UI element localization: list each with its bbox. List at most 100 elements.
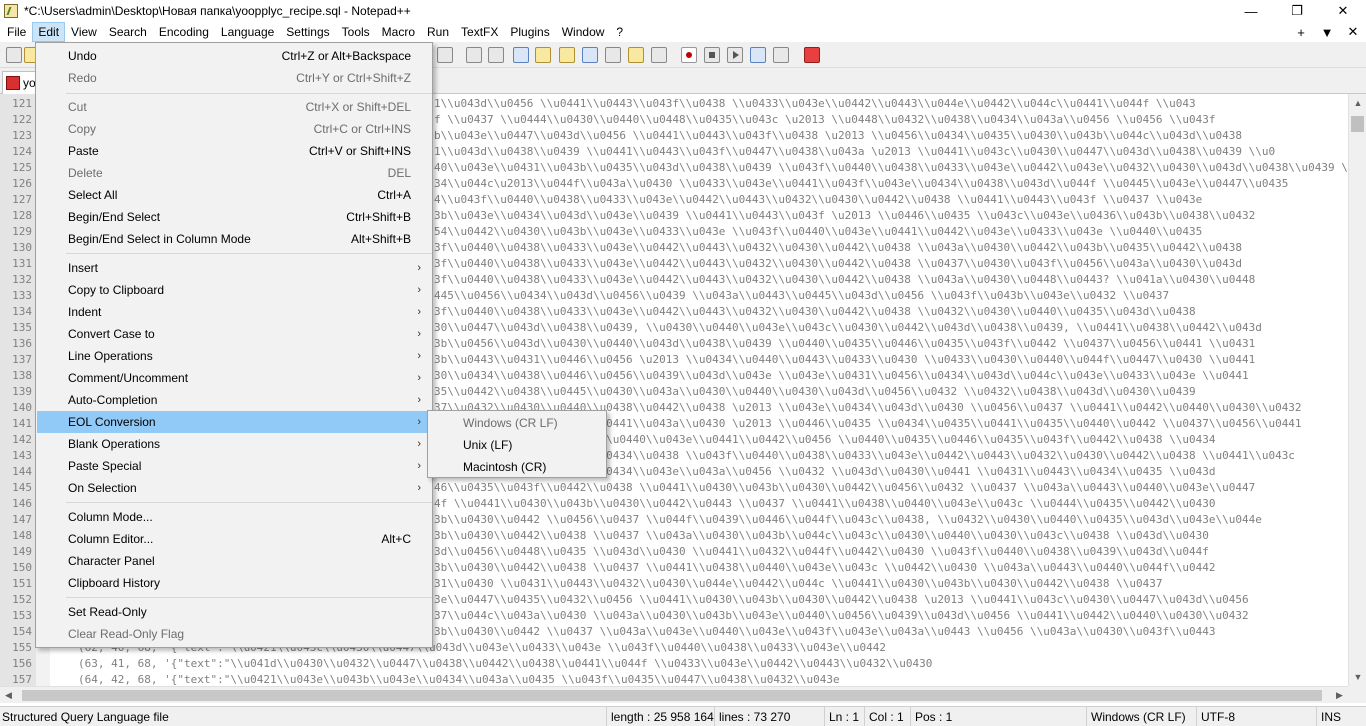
menu-item-begin-end-select[interactable]: Begin/End Select Ctrl+Shift+B [37,206,431,228]
menu-item-copy[interactable]: Copy Ctrl+C or Ctrl+INS [37,118,431,140]
line-text: 34\\u044c\u2013\\u044f\\u043a\\u0430 \\u… [434,177,1289,190]
new-file-icon[interactable] [6,47,22,63]
menu-view[interactable]: View [65,22,103,42]
menu-item-insert[interactable]: Insert › [37,257,431,279]
line-number: 129 [12,225,32,238]
menu-run[interactable]: Run [421,22,455,42]
scroll-right-arrow-icon[interactable]: ▶ [1331,687,1348,704]
menu-settings[interactable]: Settings [280,22,335,42]
vertical-scroll-thumb[interactable] [1351,116,1364,132]
menu-item-auto-completion[interactable]: Auto-Completion › [37,389,431,411]
menu-item-cut[interactable]: Cut Ctrl+X or Shift+DEL [37,96,431,118]
monitoring-eye-icon[interactable] [651,47,667,63]
submenu-item-windows-crlf[interactable]: Windows (CR LF) [429,412,605,434]
menu-item-character-panel[interactable]: Character Panel [37,550,431,572]
menu-item-eol-conversion[interactable]: EOL Conversion › [37,411,431,433]
folder-icon[interactable] [628,47,644,63]
menu-tools[interactable]: Tools [336,22,376,42]
menu-window[interactable]: Window [556,22,611,42]
menu-item-redo[interactable]: Redo Ctrl+Y or Ctrl+Shift+Z [37,67,431,89]
scroll-left-arrow-icon[interactable]: ◀ [0,687,17,704]
menu-item-select-all[interactable]: Select All Ctrl+A [37,184,431,206]
menu-item-copy-to-clipboard[interactable]: Copy to Clipboard › [37,279,431,301]
menu-item-blank-operations[interactable]: Blank Operations › [37,433,431,455]
editor-line[interactable]: 157 (64, 42, 68, '{"text":"\\u0421\\u043e… [0,672,1366,686]
line-number: 154 [12,625,32,638]
line-text: 3f\\u0440\\u0438\\u0433\\u043e\\u0442\\u… [434,305,1196,318]
line-text: 3b\\u0456\\u043d\\u0430\\u0440\\u043d\\u… [434,337,1256,350]
save-macro-icon[interactable] [773,47,789,63]
menu-textfx[interactable]: TextFX [455,22,504,42]
menu-item-clipboard-history[interactable]: Clipboard History [37,572,431,594]
tab-label: yo [23,76,36,90]
run-macro-multiple-icon[interactable] [750,47,766,63]
horizontal-scroll-thumb[interactable] [22,690,1322,701]
line-text: 37\\u044c\\u043a\\u0430 \\u043a\\u0430\\… [434,609,1249,622]
scrollbar-corner [1348,686,1366,703]
menu-search[interactable]: Search [103,22,153,42]
scroll-down-arrow-icon[interactable]: ▼ [1349,668,1366,686]
submenu-item-macintosh-cr[interactable]: Macintosh (CR) [429,456,605,478]
horizontal-scrollbar[interactable]: ◀ ▶ [0,686,1348,703]
scroll-up-arrow-icon[interactable]: ▲ [1349,94,1366,112]
menu-encoding[interactable]: Encoding [153,22,215,42]
line-number: 139 [12,385,32,398]
folder-as-workspace-icon[interactable] [605,47,621,63]
menu-item-column-editor[interactable]: Column Editor... Alt+C [37,528,431,550]
menu-item-line-operations[interactable]: Line Operations › [37,345,431,367]
menu-file[interactable]: File [1,22,32,42]
menu-item-paste-special[interactable]: Paste Special › [37,455,431,477]
menu-edit[interactable]: Edit [32,22,66,42]
menu-item-indent[interactable]: Indent › [37,301,431,323]
restore-button[interactable]: ❐ [1274,0,1320,22]
menu-item-convert-case[interactable]: Convert Case to › [37,323,431,345]
stop-recording-icon[interactable] [704,47,720,63]
menu-separator [66,253,432,254]
menu-item-paste[interactable]: Paste Ctrl+V or Shift+INS [37,140,431,162]
word-wrap-icon[interactable] [437,47,453,63]
function-list-icon[interactable] [582,47,598,63]
playback-macro-icon[interactable] [727,47,743,63]
menu-item-undo[interactable]: Undo Ctrl+Z or Alt+Backspace [37,45,431,67]
wrap-icon[interactable] [466,47,482,63]
line-text: 4f \\u0441\\u0430\\u043b\\u0430\\u0442\\… [434,497,1216,510]
line-text: 40\\u043e\\u0431\\u043b\\u0435\\u043d\\u… [434,161,1366,174]
vertical-scrollbar[interactable]: ▲ ▼ [1348,94,1366,686]
status-eol[interactable]: Windows (CR LF) [1086,707,1196,726]
menu-item-on-selection[interactable]: On Selection › [37,477,431,499]
menu-plugins[interactable]: Plugins [504,22,555,42]
line-number: 155 [12,641,32,654]
menu-item-delete[interactable]: Delete DEL [37,162,431,184]
status-mode[interactable]: INS [1316,707,1366,726]
submenu-arrow-icon: › [417,284,421,296]
line-text: 3f\\u0440\\u0438\\u0433\\u043e\\u0442\\u… [434,241,1242,254]
plugin-icon[interactable] [804,47,820,63]
line-text: 1\\u043d\\u0438\\u0439 \\u0441\\u0443\\u… [434,145,1276,158]
menu-item-column-mode[interactable]: Column Mode... [37,506,431,528]
indent-guide-icon[interactable] [513,47,529,63]
menu-help[interactable]: ? [610,22,629,42]
editor-line[interactable]: 156 (63, 41, 68, '{"text":"\\u041d\\u0430… [0,656,1366,672]
menu-item-set-read-only[interactable]: Set Read-Only [37,601,431,623]
status-encoding[interactable]: UTF-8 [1196,707,1316,726]
close-tab-button[interactable]: ✕ [1340,24,1366,40]
record-macro-icon[interactable] [681,47,697,63]
unsaved-file-icon [6,76,20,90]
minimize-button[interactable]: — [1228,0,1274,22]
menu-macro[interactable]: Macro [376,22,421,42]
submenu-item-unix-lf[interactable]: Unix (LF) [429,434,605,456]
edit-menu-dropdown: Undo Ctrl+Z or Alt+Backspace Redo Ctrl+Y… [35,42,433,648]
menu-language[interactable]: Language [215,22,280,42]
show-all-chars-icon[interactable] [488,47,504,63]
menu-bar: File Edit View Search Encoding Language … [0,22,1366,42]
new-tab-button[interactable]: + [1288,25,1314,40]
line-text: 54\\u0442\\u0430\\u043b\\u043e\\u0433\\u… [434,225,1203,238]
menu-item-clear-read-only[interactable]: Clear Read-Only Flag [37,623,431,645]
user-lang-icon[interactable] [535,47,551,63]
menu-item-begin-end-select-column[interactable]: Begin/End Select in Column Mode Alt+Shif… [37,228,431,250]
line-number: 122 [12,113,32,126]
menu-item-comment-uncomment[interactable]: Comment/Uncomment › [37,367,431,389]
tab-list-button[interactable]: ▼ [1314,25,1340,40]
doc-map-icon[interactable] [559,47,575,63]
close-button[interactable]: ✕ [1320,0,1366,22]
